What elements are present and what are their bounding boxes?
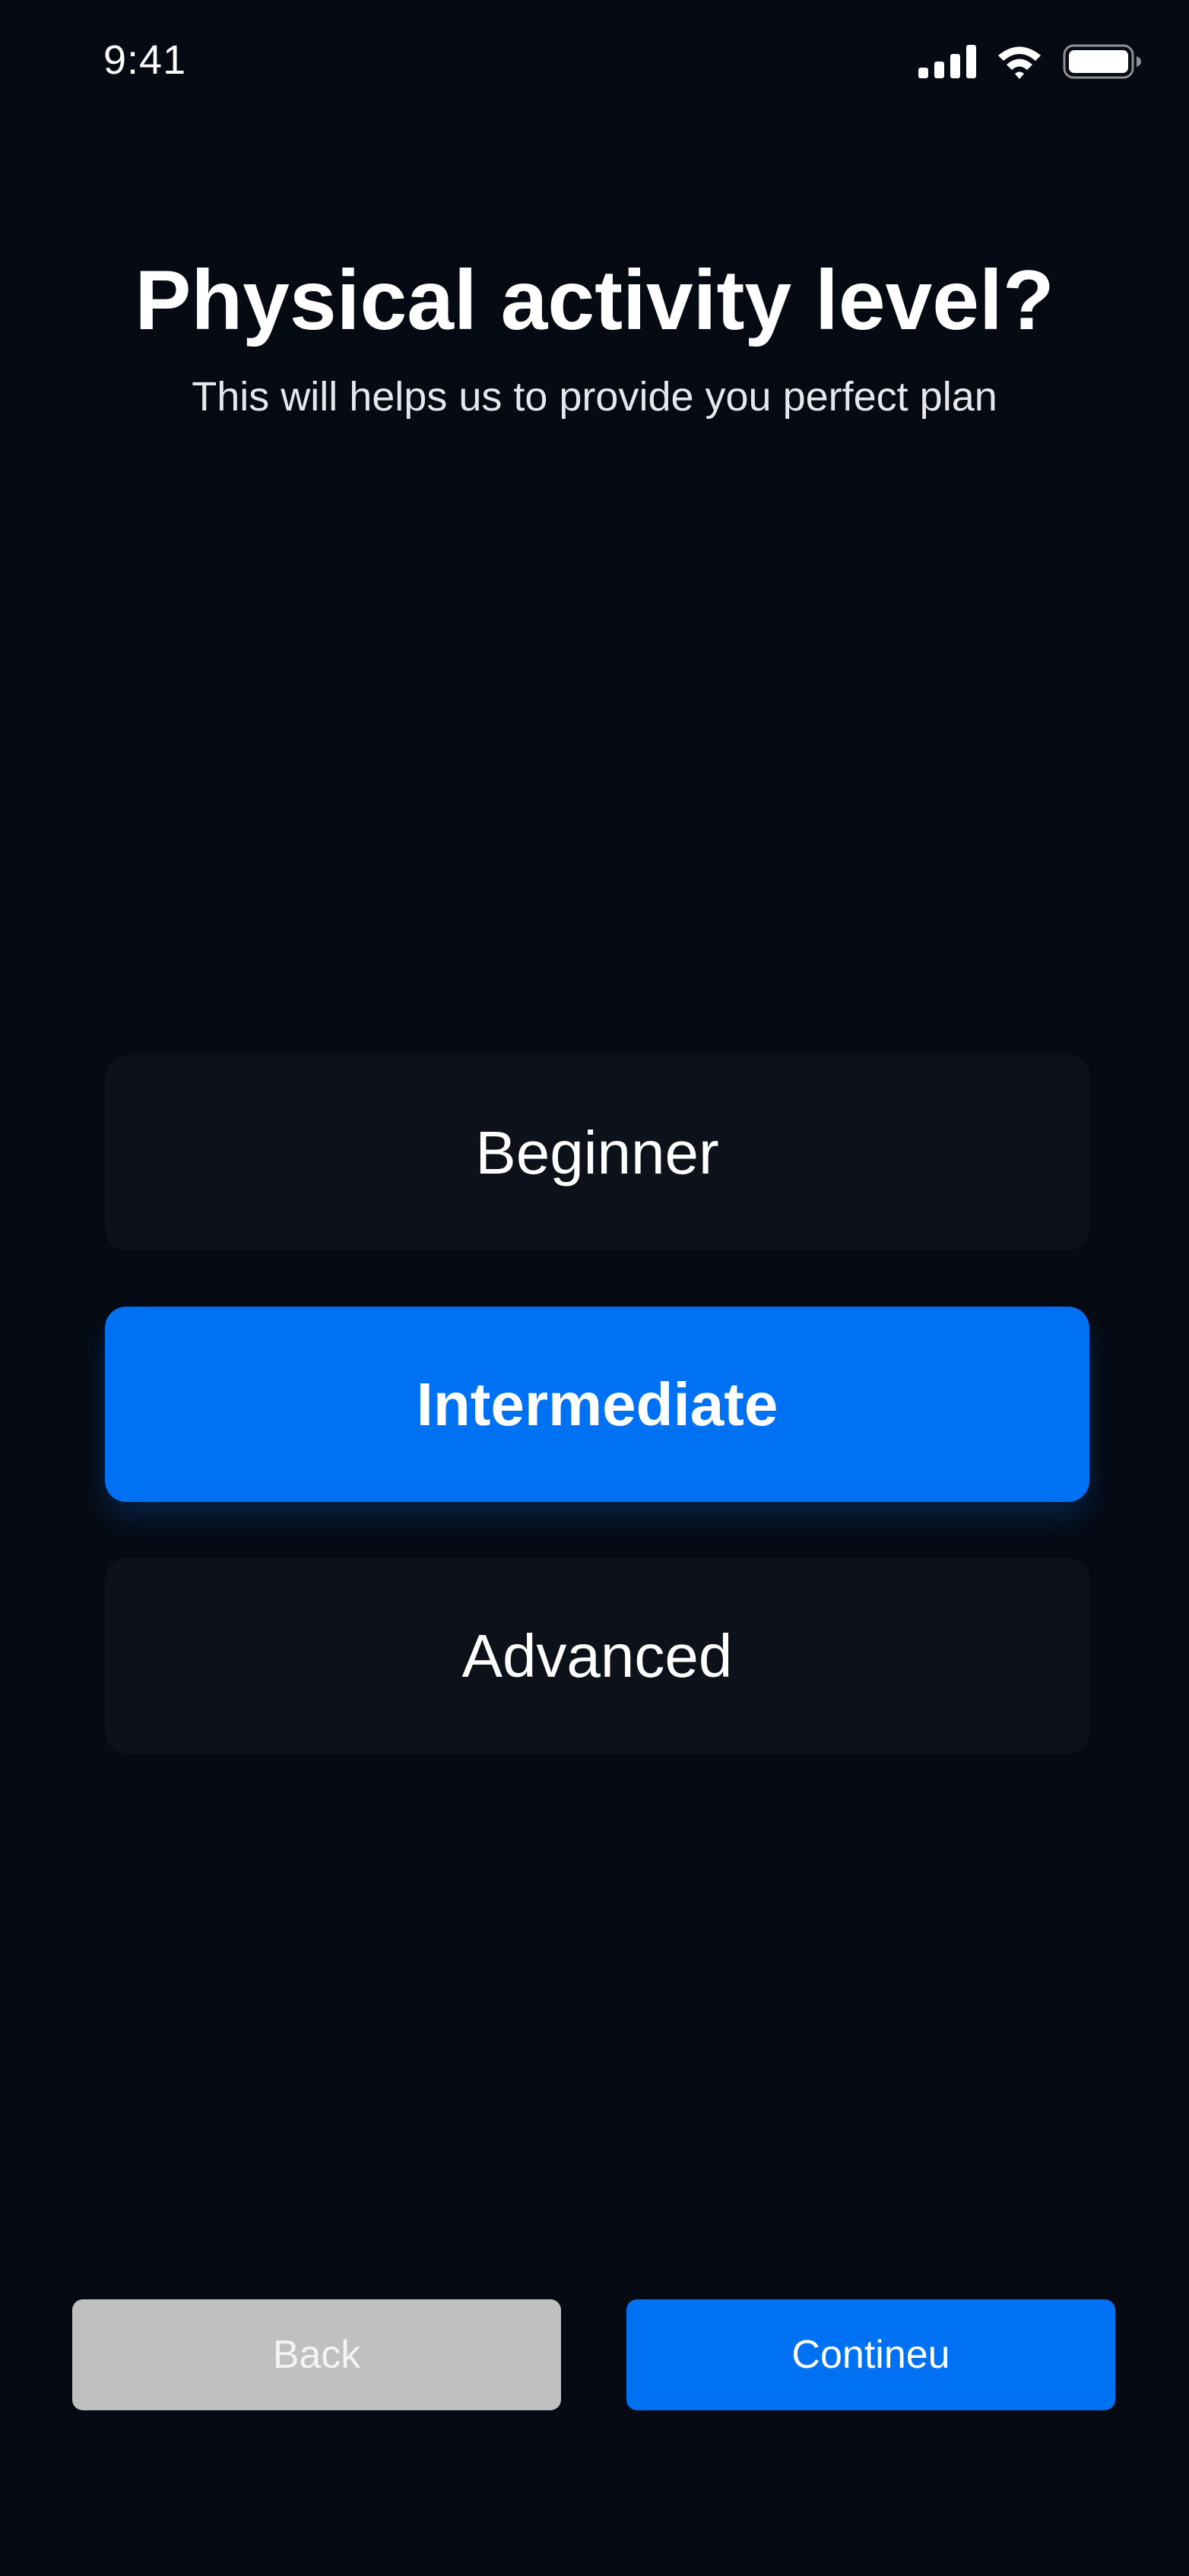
option-beginner[interactable]: Beginner [105, 1055, 1089, 1250]
option-intermediate[interactable]: Intermediate [105, 1307, 1089, 1502]
status-icons [918, 43, 1142, 81]
continue-button[interactable]: Contineu [626, 2299, 1115, 2410]
wifi-icon [998, 46, 1041, 79]
page-title: Physical activity level? [135, 253, 1054, 347]
page-subtitle: This will helps us to provide you perfec… [192, 374, 997, 420]
status-bar: 9:41 [0, 0, 1189, 122]
header: Physical activity level? This will helps… [0, 251, 1189, 423]
battery-icon [1063, 44, 1141, 79]
back-button[interactable]: Back [72, 2299, 561, 2410]
option-advanced[interactable]: Advanced [105, 1558, 1089, 1754]
signal-icon [918, 45, 976, 78]
activity-level-options: Beginner Intermediate Advanced [105, 1055, 1089, 1810]
footer-actions: Back Contineu [72, 2299, 1115, 2410]
status-time: 9:41 [103, 37, 187, 83]
